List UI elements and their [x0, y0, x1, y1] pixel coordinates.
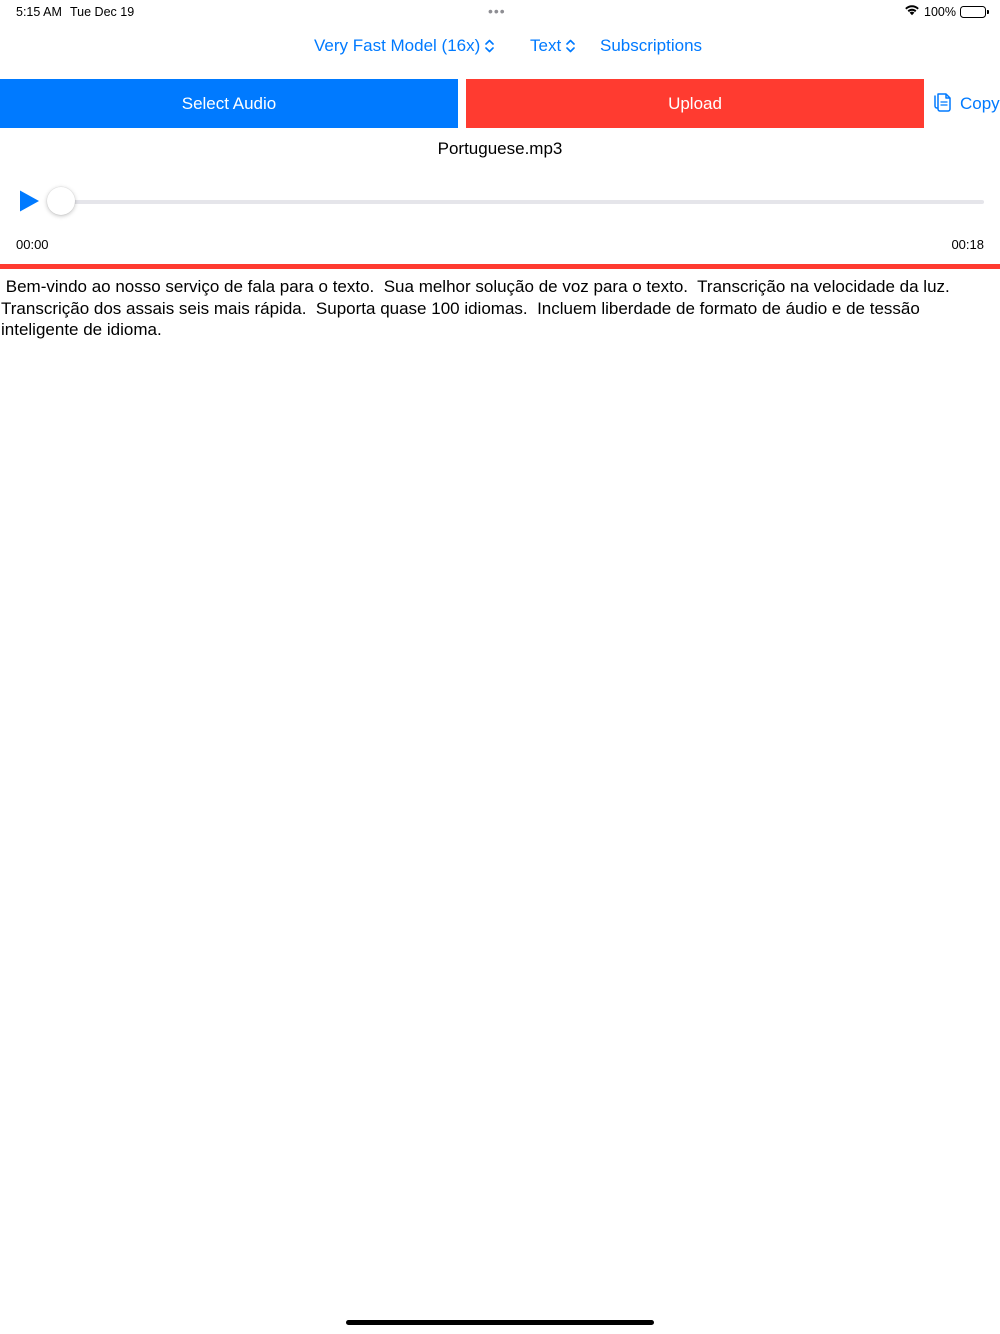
- copy-label: Copy: [960, 93, 1000, 113]
- current-time: 00:00: [16, 237, 49, 252]
- format-selector-label: Text: [530, 36, 562, 55]
- transcript-text[interactable]: Bem-vindo ao nosso serviço de fala para …: [0, 276, 1000, 341]
- chevron-up-down-icon: [566, 39, 575, 53]
- battery-icon: [960, 5, 989, 18]
- wifi-icon: [904, 4, 920, 19]
- upload-button[interactable]: Upload: [466, 79, 924, 128]
- copy-button[interactable]: Copy: [932, 79, 1000, 128]
- duration-time: 00:18: [951, 237, 984, 252]
- copy-icon: [932, 90, 952, 117]
- select-audio-button[interactable]: Select Audio: [0, 79, 458, 128]
- model-selector[interactable]: Very Fast Model (16x): [314, 36, 495, 56]
- audio-file-name: Portuguese.mp3: [437, 139, 563, 158]
- subscriptions-link[interactable]: Subscriptions: [600, 36, 702, 56]
- format-selector[interactable]: Text: [530, 36, 575, 56]
- status-date: Tue Dec 19: [70, 5, 135, 19]
- audio-player: [0, 182, 1000, 222]
- top-navigation: Very Fast Model (16x) Text Subscriptions: [0, 36, 1000, 62]
- model-selector-label: Very Fast Model (16x): [314, 36, 481, 55]
- status-time: 5:15 AM: [16, 5, 62, 19]
- play-icon: [20, 190, 39, 212]
- status-bar: 5:15 AM Tue Dec 19 ••• 100%: [0, 0, 1000, 24]
- chevron-up-down-icon: [485, 39, 495, 53]
- battery-percent: 100%: [924, 4, 956, 19]
- multitasking-dots-icon[interactable]: •••: [488, 3, 506, 19]
- home-indicator[interactable]: [346, 1320, 654, 1325]
- playback-track[interactable]: [60, 200, 984, 204]
- playback-slider-thumb[interactable]: [47, 187, 75, 215]
- divider-line: [0, 264, 1000, 269]
- action-row: Select Audio Upload Copy: [0, 79, 1000, 128]
- status-indicators: 100%: [904, 4, 989, 19]
- play-button[interactable]: [17, 189, 41, 213]
